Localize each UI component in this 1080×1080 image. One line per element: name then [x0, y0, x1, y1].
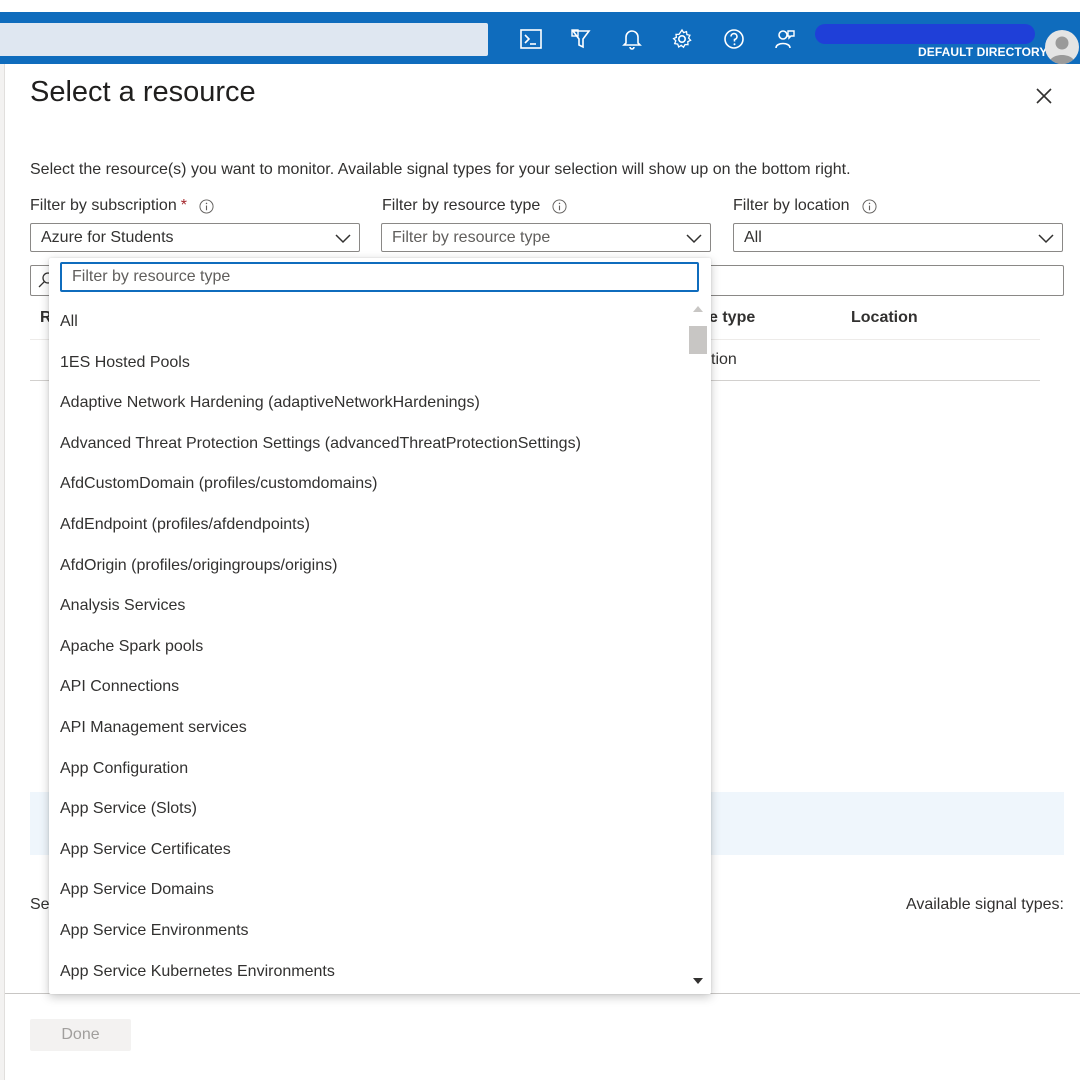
required-marker: *	[180, 197, 187, 214]
feedback-icon[interactable]	[772, 26, 798, 52]
close-button[interactable]	[1030, 82, 1058, 110]
global-search-box[interactable]	[0, 23, 488, 56]
dropdown-option[interactable]: API Connections	[49, 667, 687, 708]
dropdown-option[interactable]: AfdEndpoint (profiles/afdendpoints)	[49, 505, 687, 546]
dropdown-option[interactable]: App Service Kubernetes Environments	[49, 952, 687, 993]
dropdown-option[interactable]: App Service Environments	[49, 911, 687, 952]
dropdown-option[interactable]: AfdCustomDomain (profiles/customdomains)	[49, 464, 687, 505]
avatar[interactable]	[1045, 30, 1079, 64]
help-icon[interactable]	[721, 26, 747, 52]
dropdown-option[interactable]: All	[49, 302, 687, 343]
done-button[interactable]: Done	[30, 1019, 131, 1051]
resource-type-options-list: All 1ES Hosted Pools Adaptive Network Hard…	[49, 302, 687, 992]
description-text: Select the resource(s) you want to monit…	[30, 161, 851, 178]
directory-label[interactable]: DEFAULT DIRECTORY	[918, 45, 1047, 59]
resource-type-select-placeholder: Filter by resource type	[392, 229, 551, 246]
resource-type-filter-label: Filter by resource type	[382, 197, 567, 215]
location-select[interactable]: All	[733, 223, 1063, 252]
dropdown-option[interactable]: App Service Domains	[49, 870, 687, 911]
info-icon[interactable]	[199, 198, 214, 214]
portal-top-bar: DEFAULT DIRECTORY	[0, 12, 1080, 64]
table-header-resource-type[interactable]: e type	[709, 309, 755, 327]
table-cell-partial: tion	[711, 351, 737, 368]
dropdown-option[interactable]: Apache Spark pools	[49, 627, 687, 668]
scrollbar-thumb[interactable]	[689, 326, 707, 354]
resource-type-dropdown: All1ES Hosted PoolsAdaptive Network Hard…	[49, 258, 711, 994]
page-title: Select a resource	[30, 76, 256, 108]
portal-background-strip	[0, 64, 5, 1080]
chevron-down-icon	[1038, 234, 1054, 244]
close-icon	[1036, 88, 1052, 104]
dropdown-option[interactable]: API Management services	[49, 708, 687, 749]
dropdown-option[interactable]: App Service Certificates	[49, 830, 687, 871]
cloud-shell-icon[interactable]	[518, 26, 544, 52]
dropdown-option[interactable]: Advanced Threat Protection Settings (adv…	[49, 424, 687, 465]
info-icon[interactable]	[552, 198, 567, 214]
subscription-filter-label-text: Filter by subscription	[30, 197, 177, 214]
location-filter-label-text: Filter by location	[733, 197, 850, 214]
account-name-redacted	[815, 24, 1035, 44]
dropdown-option[interactable]: 1ES Hosted Pools	[49, 343, 687, 384]
location-filter-label: Filter by location	[733, 197, 877, 215]
resource-type-filter-label-text: Filter by resource type	[382, 197, 541, 214]
chevron-down-icon	[686, 234, 702, 244]
directory-filter-icon[interactable]	[568, 26, 594, 52]
settings-icon[interactable]	[669, 26, 695, 52]
chevron-down-icon	[335, 234, 351, 244]
notifications-icon[interactable]	[619, 26, 645, 52]
subscription-filter-label: Filter by subscription *	[30, 197, 214, 215]
subscription-select[interactable]: Azure for Students	[30, 223, 360, 252]
location-select-value: All	[744, 229, 762, 246]
dropdown-scrollbar[interactable]	[687, 302, 711, 994]
dropdown-option[interactable]: Analysis Services	[49, 586, 687, 627]
dropdown-option[interactable]: App Configuration	[49, 749, 687, 790]
resource-type-select[interactable]: Filter by resource type	[381, 223, 711, 252]
dropdown-option[interactable]: AfdOrigin (profiles/origingroups/origins…	[49, 546, 687, 587]
resource-type-filter-input[interactable]	[60, 262, 699, 292]
info-icon[interactable]	[861, 198, 877, 214]
dropdown-option[interactable]: Adaptive Network Hardening (adaptiveNetw…	[49, 383, 687, 424]
available-signal-types-label: Available signal types:	[905, 896, 1064, 913]
user-avatar-icon	[1049, 36, 1075, 64]
table-header-location[interactable]: Location	[851, 309, 918, 327]
scroll-down-arrow-icon[interactable]	[693, 978, 703, 984]
subscription-select-value: Azure for Students	[41, 229, 174, 246]
dropdown-option[interactable]: App Service (Slots)	[49, 789, 687, 830]
scroll-up-arrow-icon[interactable]	[693, 306, 703, 312]
